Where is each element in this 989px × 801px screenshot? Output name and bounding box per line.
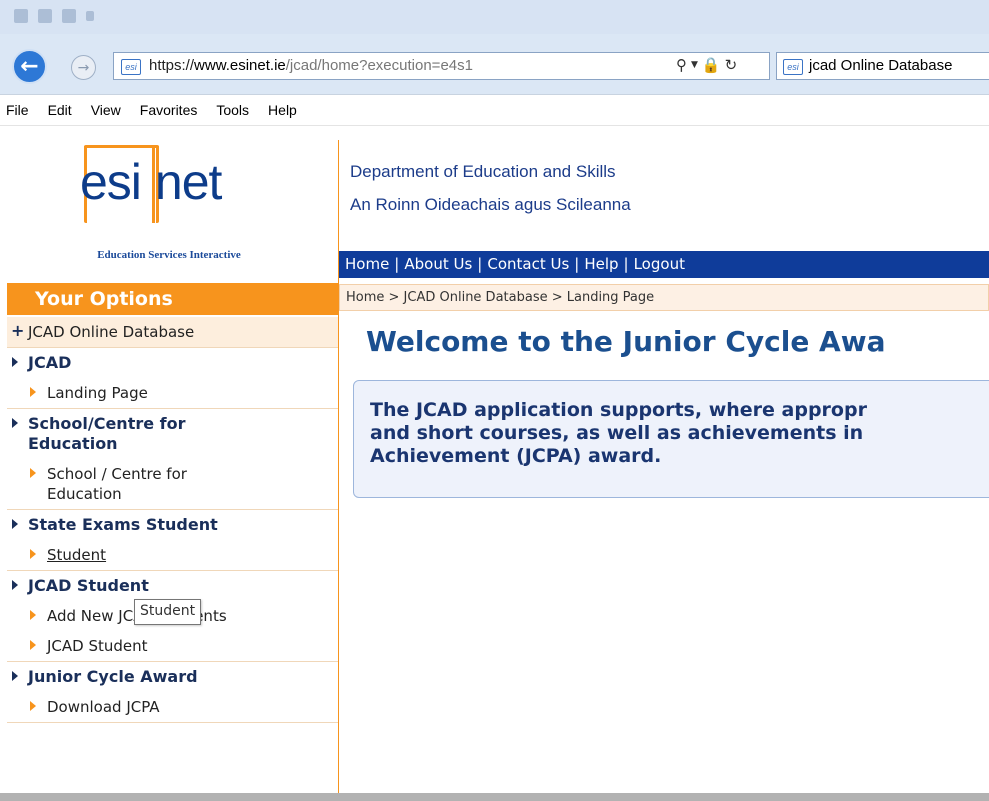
triangle-right-icon [30,468,36,478]
menu-file[interactable]: File [6,102,29,118]
nav-logout-link[interactable]: Logout [634,255,685,273]
sidebar-item-download-jcpa[interactable]: Download JCPA [7,692,338,722]
header-divider [338,140,339,793]
sidebar-heading-state-exams-student: State Exams Student [7,510,338,540]
triangle-right-icon [30,549,36,559]
browser-tab[interactable]: esi jcad Online Database [776,52,989,80]
triangle-right-icon [30,610,36,620]
sidebar-heading-jcad-student: JCAD Student [7,571,338,601]
ie-icon [14,9,28,23]
back-button[interactable]: ← [12,49,47,84]
lock-icon[interactable]: 🔒 [702,56,721,74]
triangle-right-icon [30,701,36,711]
triangle-right-icon [12,519,18,529]
page-title: Welcome to the Junior Cycle Awa [366,325,886,358]
logo-tagline: Education Services Interactive [97,249,241,261]
save-icon [38,9,52,23]
your-options-header: Your Options [7,283,338,315]
logo-wordmark: esi net [80,154,222,210]
sidebar-section-junior-cycle-award: Junior Cycle Award Download JCPA [7,662,338,723]
breadcrumb: Home > JCAD Online Database > Landing Pa… [339,284,989,311]
sidebar-heading-junior-cycle-award: Junior Cycle Award [7,662,338,692]
quick-access-toolbar [14,9,94,23]
url-text[interactable]: https://www.esinet.ie/jcad/home?executio… [149,57,473,74]
info-text: The JCAD application supports, where app… [370,399,867,467]
sidebar-item-school-centre[interactable]: School / Centre for Education [7,459,338,509]
address-bar[interactable]: esi https://www.esinet.ie/jcad/home?exec… [113,52,770,80]
nav-contact-us-link[interactable]: Contact Us [487,255,569,273]
tab-favicon-icon: esi [783,59,803,75]
triangle-right-icon [30,387,36,397]
sidebar-section-jcad: JCAD Landing Page [7,348,338,409]
department-title: Department of Education and Skills An Ro… [350,155,631,221]
back-arrow-icon: ← [20,54,39,79]
plus-icon: + [11,321,25,340]
chevron-down-icon[interactable]: ▼ [691,60,698,70]
status-bar [0,793,989,801]
menu-tools[interactable]: Tools [216,102,249,118]
triangle-right-icon [12,357,18,367]
menu-edit[interactable]: Edit [48,102,72,118]
menu-help[interactable]: Help [268,102,297,118]
forward-arrow-icon: → [77,59,90,76]
sidebar-section-jcad-online-database: + JCAD Online Database [7,317,338,348]
triangle-right-icon [30,640,36,650]
nav-help-link[interactable]: Help [584,255,618,273]
department-irish: An Roinn Oideachais agus Scileanna [350,195,631,214]
site-favicon-icon: esi [121,59,141,75]
sidebar-section-school-centre: School/Centre for Education School / Cen… [7,409,338,510]
dropdown-icon [86,11,94,21]
menu-view[interactable]: View [91,102,121,118]
forward-button[interactable]: → [71,55,96,80]
search-icon[interactable]: ⚲ [676,56,687,74]
info-box: The JCAD application supports, where app… [353,380,989,498]
sidebar-item-jcad-student[interactable]: JCAD Student [7,631,338,661]
refresh-icon[interactable]: ↻ [725,56,738,74]
top-navigation: Home | About Us | Contact Us | Help | Logout [339,251,989,278]
browser-menu-bar: File Edit View Favorites Tools Help [0,95,989,126]
triangle-right-icon [12,580,18,590]
esinet-logo[interactable]: esi net Education Services Interactive [76,145,256,261]
sidebar-section-state-exams-student: State Exams Student Student [7,510,338,571]
triangle-right-icon [12,671,18,681]
nav-home-link[interactable]: Home [345,255,389,273]
tooltip: Student [134,599,202,625]
sidebar: + JCAD Online Database JCAD Landing Page… [7,317,338,723]
triangle-right-icon [12,418,18,428]
tab-title: jcad Online Database [809,57,953,74]
undo-icon [62,9,76,23]
sidebar-heading-jcad: JCAD [7,348,338,378]
sidebar-item-landing-page[interactable]: Landing Page [7,378,338,408]
address-bar-icons: ⚲ ▼ 🔒 ↻ [676,56,737,74]
window-title-bar [0,0,989,34]
sidebar-item-jcad-online-database[interactable]: + JCAD Online Database [7,317,338,347]
sidebar-item-student[interactable]: Student [7,540,338,570]
nav-about-us-link[interactable]: About Us [404,255,472,273]
sidebar-heading-school-centre: School/Centre for Education [7,409,338,459]
department-english: Department of Education and Skills [350,162,616,181]
menu-favorites[interactable]: Favorites [140,102,198,118]
